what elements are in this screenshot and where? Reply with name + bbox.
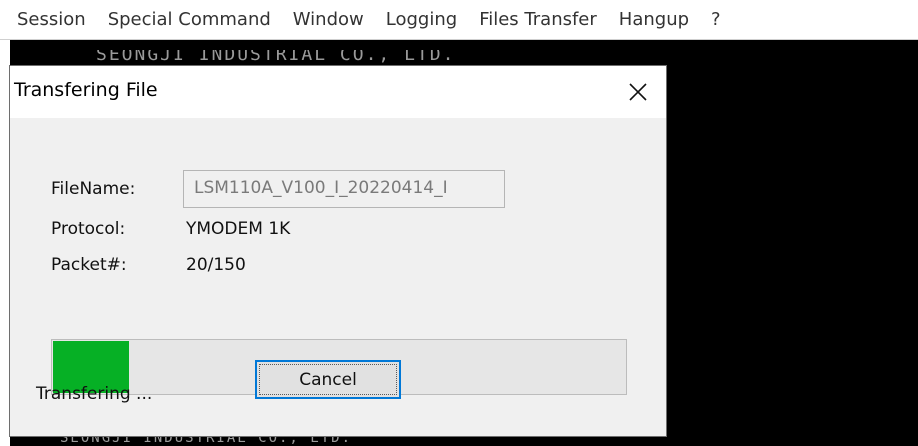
close-button[interactable]	[610, 66, 666, 118]
menu-bar: Session Special Command Window Logging F…	[0, 0, 918, 40]
cancel-button[interactable]: Cancel	[255, 360, 401, 399]
menu-hangup[interactable]: Hangup	[608, 0, 700, 40]
filename-label: FileName:	[51, 179, 136, 199]
cancel-button-label: Cancel	[299, 369, 357, 390]
status-text: Transfering ...	[36, 384, 153, 404]
menu-help[interactable]: ?	[700, 0, 732, 40]
transfer-dialog: Transfering File FileName: LSM110A_V100_…	[9, 65, 667, 437]
menu-window[interactable]: Window	[282, 0, 375, 40]
dialog-titlebar[interactable]: Transfering File	[10, 66, 666, 118]
dialog-title: Transfering File	[14, 79, 158, 101]
menu-session[interactable]: Session	[0, 0, 97, 40]
packet-label: Packet#:	[51, 255, 127, 275]
packet-value: 20/150	[186, 255, 246, 275]
terminal-text-line: SEONGJI INDUSTRIAL CO., LTD.	[96, 50, 456, 64]
protocol-label: Protocol:	[51, 219, 126, 239]
menu-files-transfer[interactable]: Files Transfer	[468, 0, 608, 40]
menu-logging[interactable]: Logging	[375, 0, 468, 40]
terminal-window: Session Special Command Window Logging F…	[0, 0, 918, 446]
protocol-value: YMODEM 1K	[186, 219, 291, 239]
close-icon	[629, 83, 647, 101]
filename-field: LSM110A_V100_I_20220414_I	[183, 170, 505, 208]
menu-special-command[interactable]: Special Command	[97, 0, 282, 40]
terminal-text-line-bottom: SEONGJI INDUSTRIAL CO., LTD.	[60, 436, 353, 446]
